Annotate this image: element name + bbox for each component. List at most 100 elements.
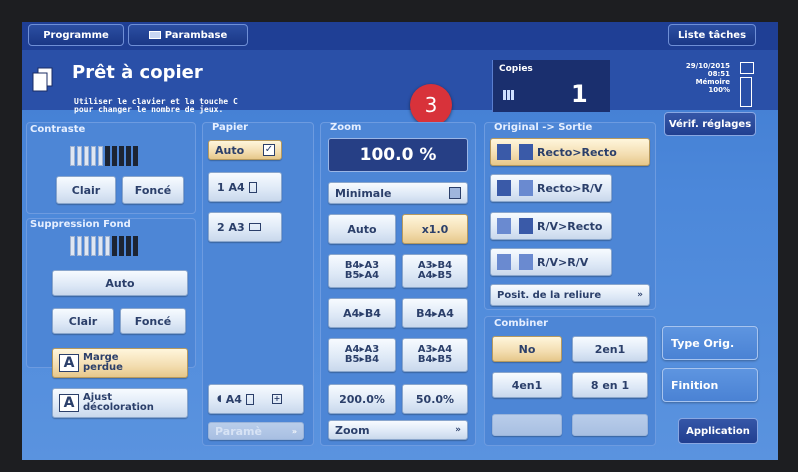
contraste-clair-button[interactable]: Clair [56, 176, 116, 204]
zoom-auto-button[interactable]: Auto [328, 214, 396, 244]
double-chevron-icon: » [637, 290, 643, 300]
a-letter-icon: A [59, 354, 79, 372]
parambase-icon [148, 31, 161, 39]
zoom-x1-button[interactable]: x1.0 [402, 214, 468, 244]
suppression-auto-label: Auto [105, 276, 135, 290]
zoom-a3b4-button[interactable]: A3▸B4 A4▸B5 [402, 254, 468, 288]
zoom-a4a3-button[interactable]: A4▸A3 B5▸B4 [328, 338, 396, 372]
combiner-2en1-label: 2en1 [594, 342, 626, 356]
a-letter-icon: A [59, 394, 79, 412]
portrait-page-icon [245, 393, 254, 405]
zoom-x1-label: x1.0 [421, 222, 449, 236]
memory-gauge [740, 77, 752, 107]
duplex-simplex-icon [497, 218, 533, 234]
combiner-2en1-button[interactable]: 2en1 [572, 336, 648, 362]
combiner-4en1-label: 4en1 [511, 378, 543, 392]
parambase-label: Parambase [164, 29, 228, 41]
zoom-value-display: 100.0 % [328, 138, 468, 172]
suppression-fonce-button[interactable]: Foncé [120, 308, 186, 334]
tray1-button[interactable]: 1 A4 [208, 172, 282, 202]
parambase-button[interactable]: Parambase [128, 24, 248, 46]
zoom-a4b4-label: A4▸B4 [343, 306, 381, 320]
zoom-value: 100.0 % [359, 145, 437, 165]
marge-line-2: perdue [83, 362, 123, 373]
hint-text: Utiliser le clavier et la touche C pour … [74, 98, 238, 114]
type-orig-button[interactable]: Type Orig. [662, 326, 758, 360]
memoire-value: 100% [708, 86, 730, 94]
zoom-a3a4-button[interactable]: A3▸A4 B4▸B5 [402, 338, 468, 372]
liste-taches-label: Liste tâches [677, 29, 747, 41]
zoom-b4a3-line2: B5▸A4 [344, 270, 380, 281]
zoom-a3a4-line2: B4▸B5 [417, 354, 453, 365]
combiner-no-label: No [518, 342, 536, 356]
suppression-clair-button[interactable]: Clair [52, 308, 114, 334]
parametre-label: Paramè [215, 424, 262, 438]
papier-auto-button[interactable]: Auto ✓ [208, 140, 282, 160]
recto-rv-label: Recto>R/V [537, 181, 603, 195]
combiner-8en1-label: 8 en 1 [590, 378, 630, 392]
zoom-b4a4-button[interactable]: B4▸A4 [402, 298, 468, 328]
zoom-label: Zoom [330, 122, 362, 133]
recto-recto-button[interactable]: Recto>Recto [490, 138, 650, 166]
suppression-auto-button[interactable]: Auto [52, 270, 188, 296]
time-text: 08:51 [707, 70, 730, 78]
zoom-minimale-button[interactable]: Minimale [328, 182, 468, 204]
combiner-disabled-2 [572, 414, 648, 436]
bypass-tray-button[interactable]: ◖ A4 + [208, 384, 304, 414]
type-orig-label: Type Orig. [671, 336, 735, 350]
touch-screen: Programme Parambase Liste tâches Prêt à … [22, 22, 778, 460]
zoom-50-button[interactable]: 50.0% [402, 384, 468, 414]
combiner-no-button[interactable]: No [492, 336, 562, 362]
zoom-200-button[interactable]: 200.0% [328, 384, 396, 414]
simplex-duplex-icon [497, 180, 533, 196]
simplex-simplex-icon [497, 144, 533, 160]
tray2-button[interactable]: 2 A3 [208, 212, 282, 242]
landscape-page-icon [248, 223, 261, 231]
bypass-label: A4 [225, 392, 242, 406]
zoom-b4a3-button[interactable]: B4▸A3 B5▸A4 [328, 254, 396, 288]
combiner-8en1-button[interactable]: 8 en 1 [572, 372, 648, 398]
hint-line-2: pour changer le nombre de jeux. [74, 105, 224, 114]
combiner-4en1-button[interactable]: 4en1 [492, 372, 562, 398]
suppression-label: Suppression Fond [30, 219, 131, 230]
zoom-minimale-label: Minimale [335, 186, 392, 200]
datetime-block: 29/10/2015 08:51 Mémoire 100% [672, 62, 730, 94]
duplex-duplex-icon [497, 254, 533, 270]
rv-rv-label: R/V>R/V [537, 255, 589, 269]
suppression-clair-label: Clair [68, 314, 98, 328]
device-bezel: Programme Parambase Liste tâches Prêt à … [0, 0, 798, 472]
suppression-fonce-label: Foncé [134, 314, 172, 328]
bypass-tray-icon: ◖ [217, 394, 222, 404]
zoom-b4a4-label: B4▸A4 [416, 306, 454, 320]
keypad-icon [503, 90, 515, 100]
rv-recto-button[interactable]: R/V>Recto [490, 212, 612, 240]
parametre-button[interactable]: Paramè » [208, 422, 304, 440]
zoom-a4b4-button[interactable]: A4▸B4 [328, 298, 396, 328]
contraste-slider[interactable] [70, 146, 138, 166]
marge-perdue-button[interactable]: A Marge perdue [52, 348, 188, 378]
rv-rv-button[interactable]: R/V>R/V [490, 248, 612, 276]
zoom-custom-button[interactable]: Zoom » [328, 420, 468, 440]
zoom-custom-label: Zoom [335, 423, 370, 437]
papier-auto-label: Auto [215, 143, 245, 157]
finition-button[interactable]: Finition [662, 368, 758, 402]
toner-icon [740, 62, 754, 74]
recto-rv-button[interactable]: Recto>R/V [490, 174, 612, 202]
contraste-fonce-button[interactable]: Foncé [122, 176, 184, 204]
posit-reliure-button[interactable]: Posit. de la reliure » [490, 284, 650, 306]
programme-button[interactable]: Programme [28, 24, 124, 46]
suppression-slider[interactable] [70, 236, 138, 256]
recto-recto-label: Recto>Recto [537, 145, 617, 159]
status-title: Prêt à copier [72, 62, 203, 83]
combiner-disabled-1 [492, 414, 562, 436]
programme-label: Programme [43, 29, 109, 41]
verif-reglages-button[interactable]: Vérif. réglages [664, 112, 756, 136]
double-chevron-icon: » [291, 426, 297, 436]
copies-box: Copies 1 [492, 60, 610, 112]
application-button[interactable]: Application [678, 418, 758, 444]
posit-reliure-label: Posit. de la reliure [497, 289, 602, 301]
papier-label: Papier [212, 122, 249, 133]
liste-taches-button[interactable]: Liste tâches [668, 24, 756, 46]
ajust-decoloration-button[interactable]: A Ajust décoloration [52, 388, 188, 418]
checkbox-checked-icon: ✓ [263, 144, 275, 156]
